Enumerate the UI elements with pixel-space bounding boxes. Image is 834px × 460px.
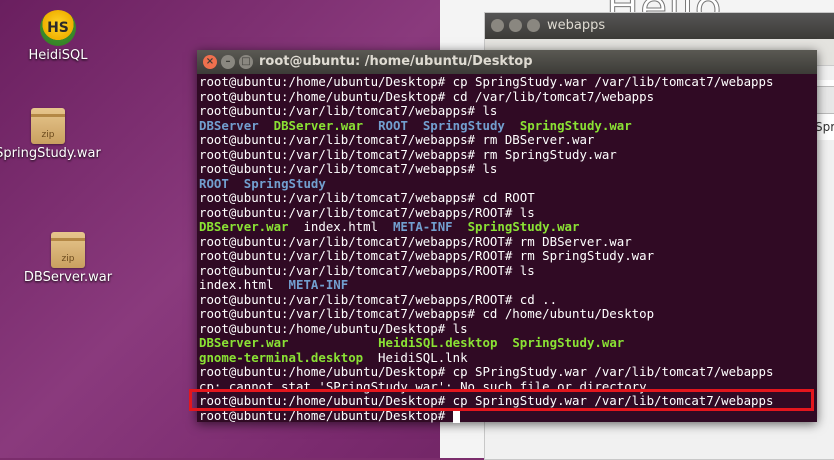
directory-entry: SpringStudy	[243, 176, 326, 191]
zip-archive-icon: zip	[31, 108, 65, 144]
terminal-text: root@ubuntu:/var/lib/tomcat7/webapps# cd…	[199, 307, 655, 321]
terminal-cursor	[452, 409, 460, 423]
heidisql-icon: HS	[40, 10, 76, 46]
directory-entry: ROOT	[199, 176, 229, 191]
close-icon[interactable]	[491, 19, 504, 32]
file-manager-title: webapps	[547, 18, 606, 33]
terminal-text: root@ubuntu:/home/ubuntu/Desktop# ls	[199, 321, 468, 336]
terminal-line: DBServer.war HeidiSQL.desktop SpringStud…	[199, 336, 817, 351]
archive-entry: SpringStudy.war	[512, 336, 625, 350]
terminal-text: root@ubuntu:/home/ubuntu/Desktop# cd /va…	[199, 89, 655, 104]
terminal-text: root@ubuntu:/home/ubuntu/Desktop# cp SPr…	[199, 365, 774, 379]
terminal-line: root@ubuntu:/var/lib/tomcat7/webapps/ROO…	[199, 206, 817, 221]
archive-entry: HeidiSQL.desktop	[378, 336, 498, 350]
terminal-line: root@ubuntu:/var/lib/tomcat7/webapps/ROO…	[199, 249, 817, 264]
terminal-line: ROOT SpringStudy	[199, 177, 817, 192]
terminal-line: root@ubuntu:/home/ubuntu/Desktop# ls	[199, 322, 817, 337]
terminal-line: root@ubuntu:/var/lib/tomcat7/webapps# ls	[199, 104, 817, 119]
desktop-icon-heidisql[interactable]: HS HeidiSQL	[0, 10, 118, 63]
terminal-line: root@ubuntu:/home/ubuntu/Desktop# cd /va…	[199, 90, 817, 105]
desktop-icon-label: HeidiSQL	[28, 48, 88, 63]
terminal-line: root@ubuntu:/var/lib/tomcat7/webapps# rm…	[199, 148, 817, 163]
highlight-annotation	[189, 389, 814, 411]
terminal-text: root@ubuntu:/var/lib/tomcat7/webapps# ls	[199, 104, 498, 118]
terminal-line: root@ubuntu:/var/lib/tomcat7/webapps/ROO…	[199, 235, 817, 250]
terminal-text: index.html	[199, 278, 289, 292]
archive-entry: gnome-terminal.desktop	[199, 350, 364, 365]
archive-entry: SpringStudy.war	[519, 118, 632, 133]
terminal-line: root@ubuntu:/home/ubuntu/Desktop# cp SPr…	[199, 365, 817, 380]
terminal-line: root@ubuntu:/home/ubuntu/Desktop# cp Spr…	[199, 75, 817, 90]
terminal-titlebar[interactable]: × – □ root@ubuntu: /home/ubuntu/Desktop	[197, 50, 817, 74]
terminal-text: root@ubuntu:/var/lib/tomcat7/webapps# rm…	[199, 133, 595, 147]
directory-entry: META-INF	[288, 278, 349, 292]
terminal-text: root@ubuntu:/home/ubuntu/Desktop# cp Spr…	[199, 75, 774, 89]
terminal-text: root@ubuntu:/var/lib/tomcat7/webapps# ls	[199, 162, 498, 176]
minimize-icon[interactable]: –	[221, 55, 235, 69]
maximize-icon[interactable]	[527, 19, 540, 32]
file-icon	[815, 86, 834, 114]
directory-entry: META-INF	[392, 220, 453, 234]
maximize-icon[interactable]: □	[239, 55, 253, 69]
minimize-icon[interactable]	[509, 19, 522, 32]
terminal-line: root@ubuntu:/var/lib/tomcat7/webapps# rm…	[199, 133, 817, 148]
terminal-text: root@ubuntu:/var/lib/tomcat7/webapps# cd…	[199, 191, 535, 205]
terminal-text: root@ubuntu:/var/lib/tomcat7/webapps# rm…	[199, 147, 617, 162]
partial-file-label: Spr	[815, 120, 834, 134]
file-manager-titlebar[interactable]: webapps	[485, 13, 834, 39]
desktop-icon-label: SpringStudy.war	[0, 146, 101, 161]
terminal-text: root@ubuntu:/var/lib/tomcat7/webapps/ROO…	[199, 263, 535, 278]
desktop-icon-springstudy-war[interactable]: zip SpringStudy.war	[0, 108, 108, 161]
terminal-line: index.html META-INF	[199, 278, 817, 293]
terminal-line: root@ubuntu:/var/lib/tomcat7/webapps/ROO…	[199, 264, 817, 279]
directory-entry: DBServer	[199, 118, 259, 133]
terminal-line: gnome-terminal.desktop HeidiSQL.lnk	[199, 351, 817, 366]
terminal-text: index.html	[288, 220, 393, 234]
terminal-line: root@ubuntu:/var/lib/tomcat7/webapps# ls	[199, 162, 817, 177]
terminal-window[interactable]: × – □ root@ubuntu: /home/ubuntu/Desktop …	[197, 50, 817, 423]
terminal-line: root@ubuntu:/var/lib/tomcat7/webapps# cd…	[199, 191, 817, 206]
terminal-line: DBServer.war index.html META-INF SpringS…	[199, 220, 817, 235]
terminal-line: DBServer DBServer.war ROOT SpringStudy S…	[199, 119, 817, 134]
archive-entry: DBServer.war	[273, 118, 364, 133]
close-icon[interactable]: ×	[203, 55, 217, 69]
terminal-title: root@ubuntu: /home/ubuntu/Desktop	[259, 54, 533, 69]
directory-entry: ROOT	[378, 118, 408, 133]
archive-entry: DBServer.war	[199, 336, 289, 350]
terminal-text: HeidiSQL.lnk	[363, 350, 468, 365]
terminal-text: root@ubuntu:/var/lib/tomcat7/webapps/ROO…	[199, 205, 535, 220]
terminal-output[interactable]: root@ubuntu:/home/ubuntu/Desktop# cp Spr…	[197, 74, 817, 423]
terminal-text: root@ubuntu:/var/lib/tomcat7/webapps/ROO…	[199, 234, 632, 249]
terminal-line: root@ubuntu:/var/lib/tomcat7/webapps/ROO…	[199, 293, 817, 308]
archive-entry: SpringStudy.war	[467, 220, 580, 234]
terminal-text: root@ubuntu:/var/lib/tomcat7/webapps/ROO…	[199, 292, 558, 307]
zip-archive-icon: zip	[51, 232, 85, 268]
terminal-line: root@ubuntu:/var/lib/tomcat7/webapps# cd…	[199, 307, 817, 322]
archive-entry: DBServer.war	[199, 220, 289, 234]
desktop-icon-dbserver-war[interactable]: zip DBServer.war	[8, 232, 128, 285]
directory-entry: SpringStudy	[422, 118, 505, 133]
terminal-text: root@ubuntu:/var/lib/tomcat7/webapps/ROO…	[199, 249, 655, 263]
desktop-icon-label: DBServer.war	[23, 270, 113, 285]
